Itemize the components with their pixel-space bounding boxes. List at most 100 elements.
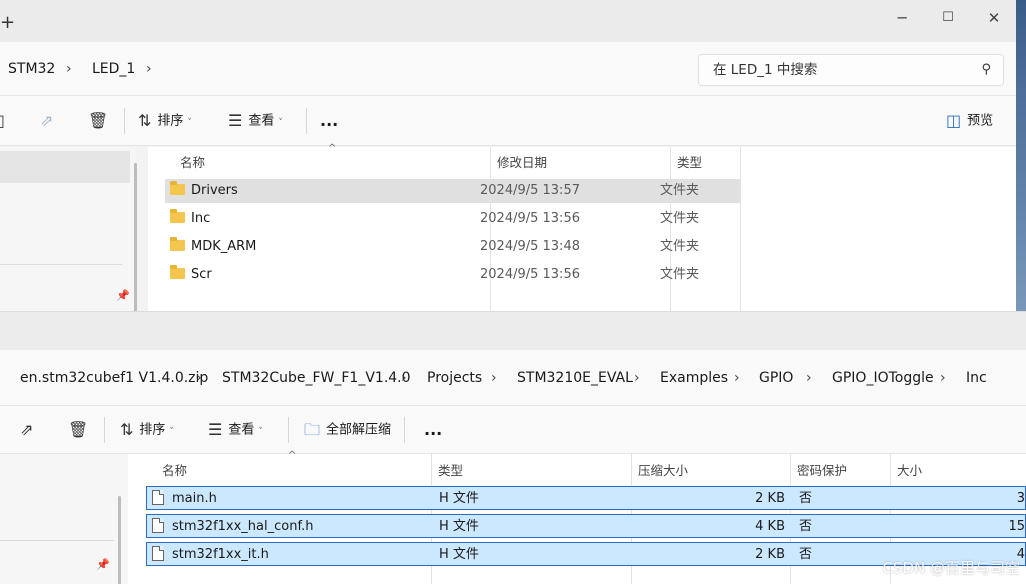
- row-size: 15: [1008, 519, 1025, 534]
- address-bar: en.stm32cubef1 V1.4.0.zip › STM32Cube_FW…: [0, 350, 1026, 406]
- column-header-password[interactable]: 密码保护: [797, 460, 847, 479]
- view-label: 查看: [228, 422, 255, 438]
- watermark: CSDN @百里与司空: [882, 559, 1020, 577]
- column-header-name[interactable]: 名称: [180, 152, 205, 171]
- breadcrumb-item[interactable]: GPIO_IOToggle: [832, 350, 934, 404]
- delete-icon[interactable]: 🗑: [68, 406, 94, 456]
- extract-all-label: 全部解压缩: [326, 422, 392, 438]
- column-header-compressed[interactable]: 压缩大小: [638, 460, 688, 479]
- breadcrumb-item[interactable]: Inc: [966, 350, 987, 404]
- sort-button[interactable]: ⇅ 排序 ˅: [120, 406, 174, 456]
- share-icon[interactable]: ⇗: [40, 96, 59, 146]
- breadcrumb-item[interactable]: LED_1: [92, 42, 135, 96]
- column-header-date[interactable]: 修改日期: [497, 152, 547, 171]
- maximize-icon[interactable]: ☐: [936, 8, 960, 28]
- zip-extract-icon: 🗀: [304, 420, 321, 439]
- search-placeholder: 在 LED_1 中搜索: [713, 62, 818, 78]
- table-row[interactable]: Drivers 2024/9/5 13:57 文件夹: [165, 179, 740, 203]
- sort-button[interactable]: ⇅ 排序 ˅: [138, 96, 192, 146]
- row-name: Inc: [191, 211, 211, 226]
- preview-button[interactable]: ◫ 预览: [946, 96, 993, 146]
- table-row[interactable]: main.h H 文件 2 KB 否 3: [146, 486, 1026, 510]
- view-icon: ☰: [208, 420, 223, 439]
- search-input[interactable]: 在 LED_1 中搜索 ⚲: [698, 54, 1004, 86]
- chevron-right-icon[interactable]: ›: [734, 350, 740, 404]
- column-header-type[interactable]: 类型: [677, 152, 702, 171]
- breadcrumb-item[interactable]: en.stm32cubef1 V1.4.0.zip: [20, 350, 208, 404]
- row-type: 文件夹: [660, 267, 700, 282]
- column-header-name[interactable]: 名称: [162, 460, 187, 479]
- toolbar-divider: [104, 417, 105, 443]
- folder-icon: [170, 181, 185, 195]
- breadcrumb-item[interactable]: Examples: [660, 350, 728, 404]
- row-name: stm32f1xx_it.h: [172, 547, 269, 562]
- breadcrumb-item[interactable]: STM32Cube_FW_F1_V1.4.0: [222, 350, 411, 404]
- folder-icon: [170, 237, 185, 251]
- file-icon: [152, 490, 164, 505]
- chevron-right-icon[interactable]: ›: [146, 42, 152, 96]
- extract-all-button[interactable]: 🗀 全部解压缩: [304, 406, 391, 456]
- navigation-pane: 📌: [0, 147, 137, 312]
- file-name-cell: stm32f1xx_hal_conf.h: [152, 515, 313, 539]
- row-type: H 文件: [439, 519, 479, 534]
- row-date: 2024/9/5 13:56: [480, 211, 580, 226]
- table-row[interactable]: Inc 2024/9/5 13:56 文件夹: [165, 207, 740, 231]
- chevron-right-icon[interactable]: ›: [196, 350, 202, 404]
- table-row[interactable]: Scr 2024/9/5 13:56 文件夹: [165, 263, 740, 287]
- minimize-icon[interactable]: ─: [890, 8, 914, 28]
- row-size: 3: [1016, 491, 1025, 506]
- folder-icon-cell: Drivers: [170, 179, 238, 203]
- share-icon[interactable]: ⇗: [20, 406, 39, 456]
- breadcrumb-item[interactable]: STM32: [8, 42, 55, 96]
- chevron-right-icon[interactable]: ›: [806, 350, 812, 404]
- copy-path-icon[interactable]: ▯: [0, 96, 11, 146]
- nav-selected-item[interactable]: [0, 151, 130, 183]
- breadcrumb-item[interactable]: Projects: [427, 350, 482, 404]
- chevron-right-icon[interactable]: ›: [66, 42, 72, 96]
- breadcrumb-item[interactable]: GPIO: [759, 350, 793, 404]
- table-row[interactable]: stm32f1xx_hal_conf.h H 文件 4 KB 否 15: [146, 514, 1026, 538]
- add-icon[interactable]: +: [0, 12, 15, 33]
- sort-icon: ⇅: [138, 111, 152, 130]
- close-icon[interactable]: ✕: [982, 8, 1006, 28]
- command-bar: ▯ ⇗ 🗑 ⇅ 排序 ˅ ☰ 查看 ˅ ... ◫ 预览: [0, 96, 1016, 146]
- title-bar: + ─ ☐ ✕: [0, 0, 1016, 42]
- column-header-size[interactable]: 大小: [897, 460, 922, 479]
- table-row[interactable]: MDK_ARM 2024/9/5 13:48 文件夹: [165, 235, 740, 259]
- nav-divider: [0, 540, 114, 541]
- view-button[interactable]: ☰ 查看 ˅: [208, 406, 263, 456]
- row-compressed: 4 KB: [755, 519, 785, 534]
- chevron-right-icon[interactable]: ›: [401, 350, 407, 404]
- chevron-right-icon[interactable]: ›: [491, 350, 497, 404]
- more-button[interactable]: ...: [320, 96, 338, 146]
- toolbar-divider: [306, 108, 307, 134]
- view-label: 查看: [248, 113, 275, 129]
- sort-label: 排序: [139, 422, 166, 438]
- column-divider[interactable]: [740, 147, 741, 312]
- sort-arrow-icon: ^: [288, 450, 297, 461]
- view-icon: ☰: [228, 111, 243, 130]
- breadcrumb-item[interactable]: STM3210E_EVAL: [517, 350, 633, 404]
- chevron-right-icon[interactable]: ›: [634, 350, 640, 404]
- delete-icon[interactable]: 🗑: [88, 96, 114, 146]
- row-type: H 文件: [439, 491, 479, 506]
- view-button[interactable]: ☰ 查看 ˅: [228, 96, 283, 146]
- more-button[interactable]: ...: [424, 406, 442, 456]
- scrollbar[interactable]: [118, 496, 121, 584]
- column-header-type[interactable]: 类型: [438, 460, 463, 479]
- row-type: 文件夹: [660, 183, 700, 198]
- pin-icon[interactable]: 📌: [96, 558, 110, 571]
- file-list: ^ 名称 修改日期 类型 Drivers 2024/9/5 13:57 文件夹 …: [148, 143, 1016, 312]
- sort-label: 排序: [157, 113, 184, 129]
- scrollbar[interactable]: [134, 163, 137, 312]
- row-date: 2024/9/5 13:57: [480, 183, 580, 198]
- row-date: 2024/9/5 13:56: [480, 267, 580, 282]
- chevron-right-icon[interactable]: ›: [940, 350, 946, 404]
- search-icon[interactable]: ⚲: [981, 55, 991, 85]
- pin-icon[interactable]: 📌: [116, 289, 130, 302]
- explorer-window-zip: en.stm32cubef1 V1.4.0.zip › STM32Cube_FW…: [0, 311, 1026, 584]
- row-name: MDK_ARM: [191, 239, 257, 254]
- toolbar-divider: [124, 108, 125, 134]
- file-name-cell: stm32f1xx_it.h: [152, 543, 269, 567]
- row-password: 否: [799, 547, 813, 562]
